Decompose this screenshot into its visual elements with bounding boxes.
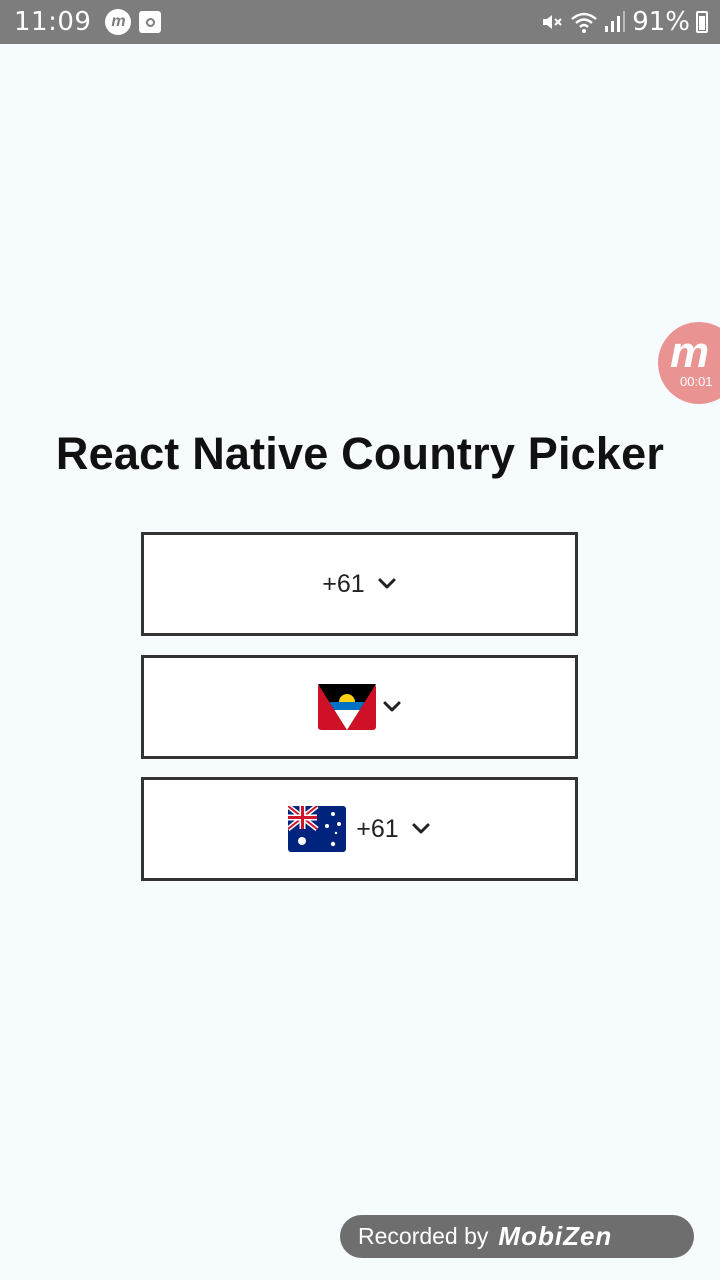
mobizen-floating-button[interactable]: m 00:01 xyxy=(658,322,720,404)
status-bar: 11:09 m 91% xyxy=(0,0,720,44)
calling-code-text: +61 xyxy=(322,569,365,598)
calling-code-text: +61 xyxy=(356,814,399,843)
recorded-by-banner: Recorded by MobiZen xyxy=(340,1215,694,1258)
country-picker-code[interactable]: +61 xyxy=(141,532,578,636)
battery-icon xyxy=(696,11,708,33)
antigua-and-barbuda-flag-icon xyxy=(317,684,376,730)
signal-icon xyxy=(605,11,626,32)
mobizen-logo: MobiZen xyxy=(498,1221,613,1251)
recording-timer: 00:01 xyxy=(680,374,713,389)
chevron-down-icon xyxy=(412,823,430,834)
page-title: React Native Country Picker xyxy=(55,428,665,479)
battery-percentage: 91% xyxy=(632,7,690,37)
country-picker-flag-code[interactable]: +61 xyxy=(141,777,578,881)
chevron-down-icon xyxy=(383,701,400,712)
australia-flag-icon xyxy=(288,806,347,852)
wifi-icon xyxy=(571,12,597,33)
chevron-down-icon xyxy=(378,578,396,589)
status-time: 11:09 xyxy=(14,7,92,37)
mobizen-notification-icon: m xyxy=(105,9,132,35)
country-picker-flag[interactable] xyxy=(141,655,578,759)
status-right-group: 91% xyxy=(540,7,708,37)
mobizen-letter: m xyxy=(670,328,710,377)
recorded-by-text: Recorded by xyxy=(358,1223,489,1249)
screen-record-icon xyxy=(139,11,162,33)
mute-icon xyxy=(543,15,562,29)
